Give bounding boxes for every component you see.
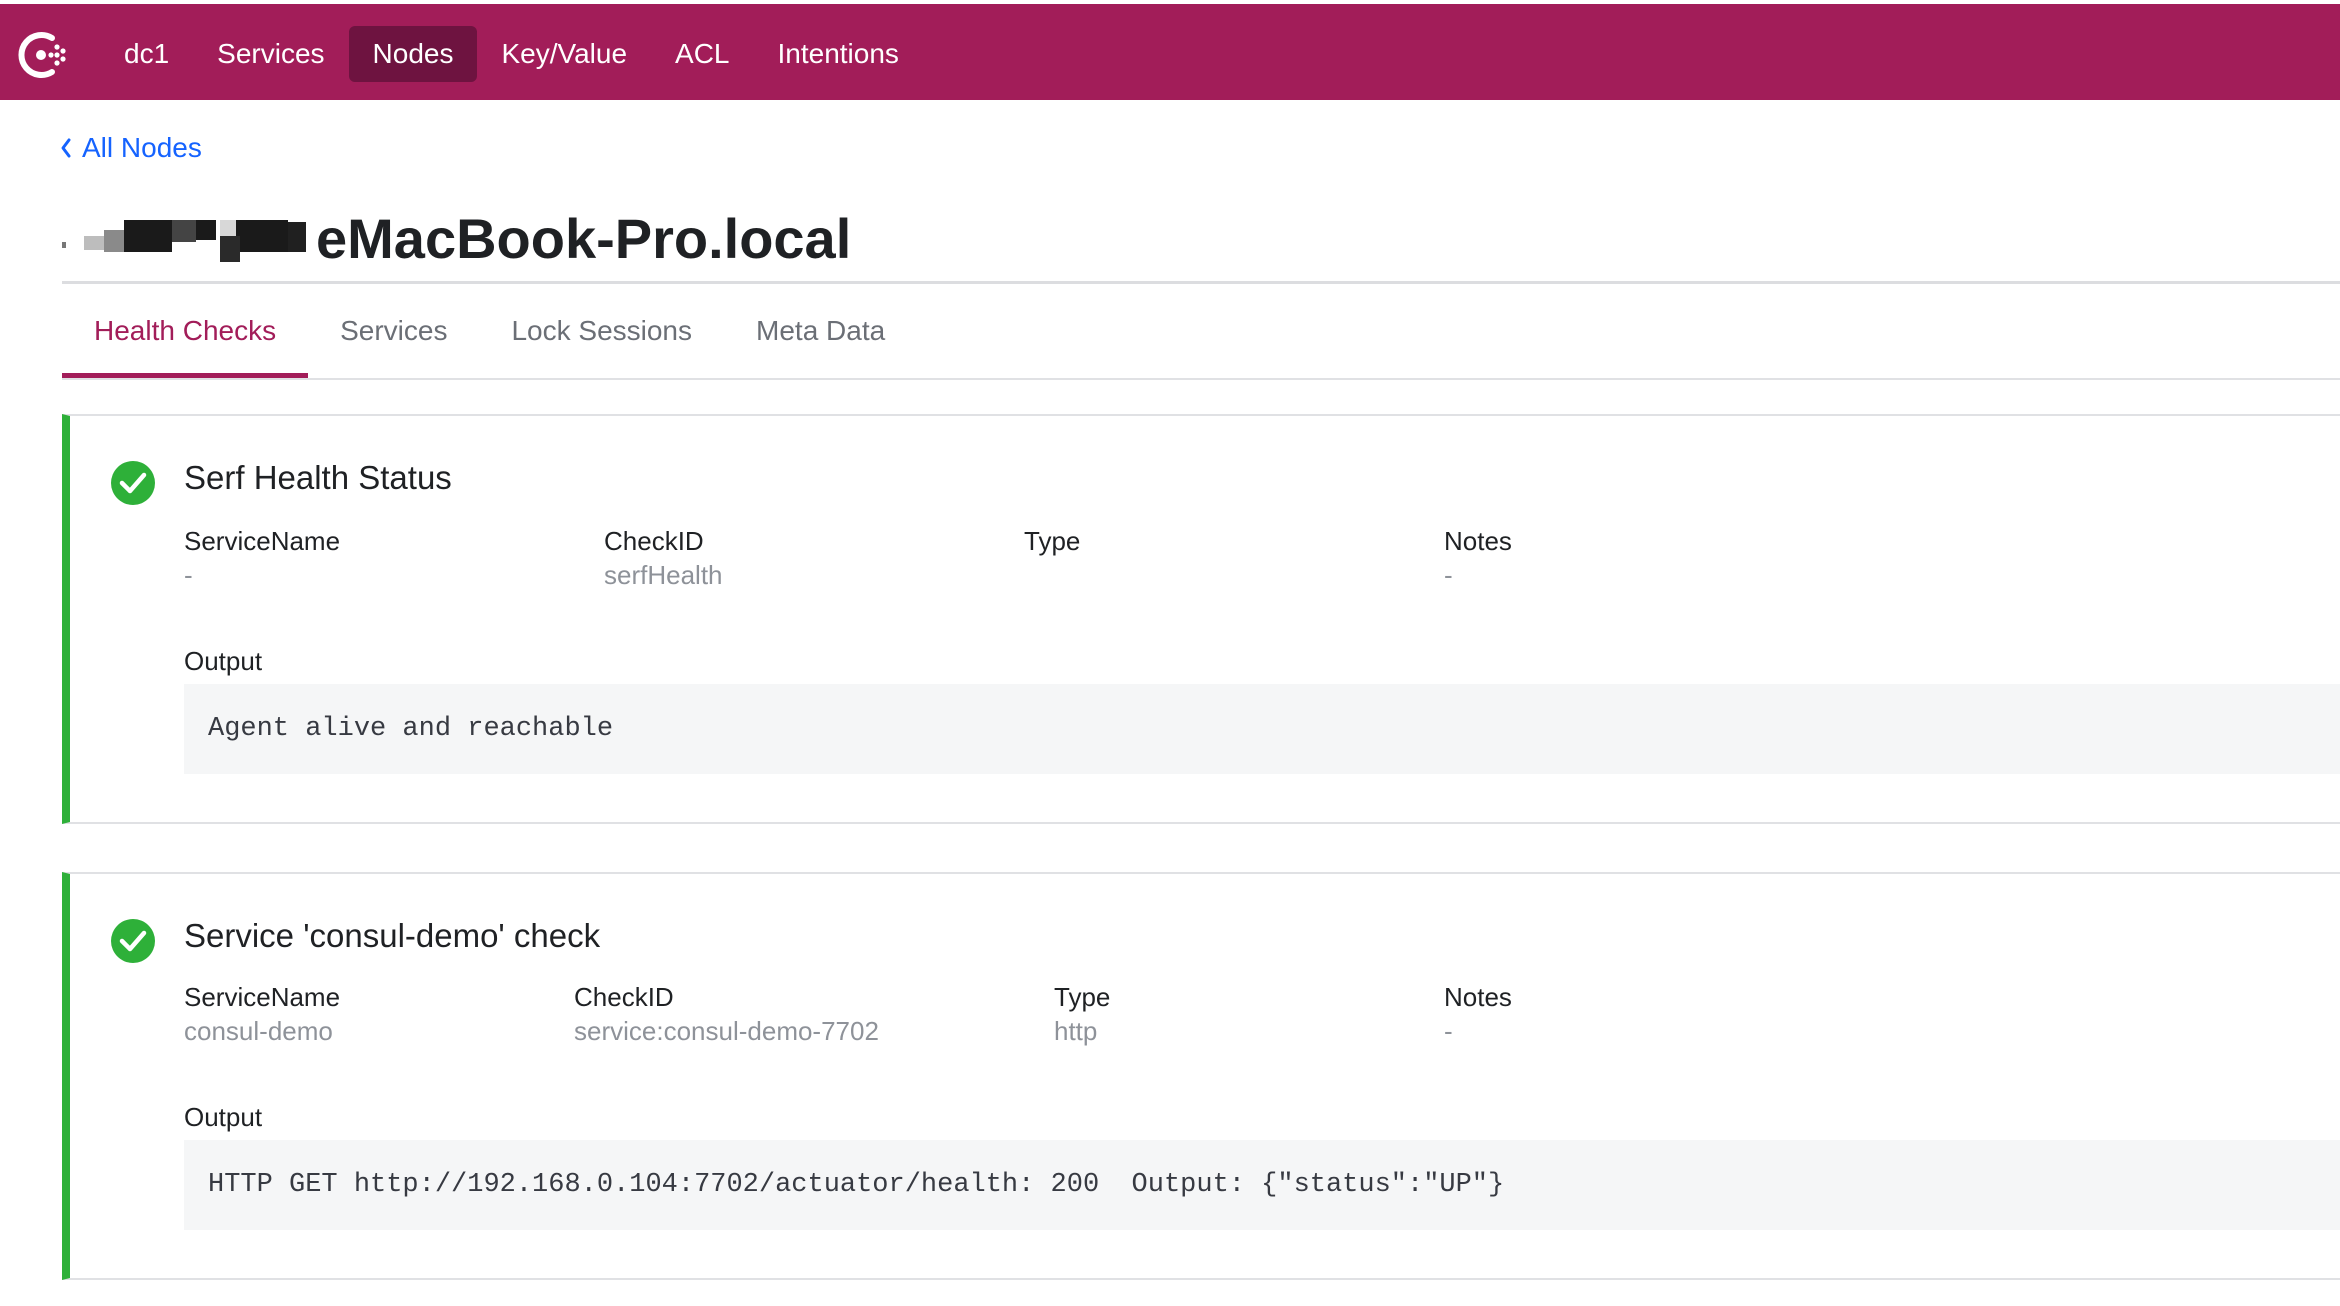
notes-value: - [1444, 1016, 1453, 1046]
breadcrumb-label: All Nodes [82, 132, 202, 163]
redacted-text [62, 196, 312, 280]
output-label: Output [184, 1102, 263, 1132]
tab-services[interactable]: Services [308, 300, 479, 378]
service-name-label: ServiceName [184, 526, 341, 556]
type-label: Type [1024, 526, 1081, 556]
nav-acl[interactable]: ACL [651, 26, 753, 82]
notes-label: Notes [1444, 526, 1512, 556]
chevron-left-icon [61, 138, 71, 158]
page-title-row: eMacBook-Pro.local [62, 196, 851, 280]
breadcrumb-all-nodes[interactable]: All Nodes [60, 128, 202, 168]
tab-lock-sessions[interactable]: Lock Sessions [479, 300, 724, 378]
check-id-label: CheckID [604, 526, 704, 556]
type-label: Type [1054, 982, 1111, 1012]
nav-services[interactable]: Services [193, 26, 348, 82]
page-title: eMacBook-Pro.local [316, 206, 852, 270]
top-nav-bar: dc1 Services Nodes Key/Value ACL Intenti… [0, 4, 2340, 100]
check-circle-icon [111, 919, 155, 963]
check-id-label: CheckID [574, 982, 674, 1012]
check-id-value: service:consul-demo-7702 [574, 1016, 879, 1046]
tab-meta-data[interactable]: Meta Data [724, 300, 917, 378]
health-check-card: Serf Health Status ServiceName - CheckID… [62, 414, 2340, 824]
tab-health-checks[interactable]: Health Checks [62, 300, 309, 378]
nav-intentions[interactable]: Intentions [754, 26, 923, 82]
title-divider [62, 281, 2340, 284]
notes-label: Notes [1444, 982, 1512, 1012]
check-id-value: serfHealth [604, 560, 723, 590]
notes-value: - [1444, 560, 1453, 590]
output-box: Agent alive and reachable [184, 684, 2340, 774]
output-box: HTTP GET http://192.168.0.104:7702/actua… [184, 1140, 2340, 1230]
nav-key-value[interactable]: Key/Value [477, 26, 651, 82]
tabs-divider [62, 378, 2340, 380]
check-name: Serf Health Status [184, 459, 452, 496]
type-value: http [1054, 1016, 1098, 1046]
check-name: Service 'consul-demo' check [184, 917, 601, 954]
main-nav: dc1 Services Nodes Key/Value ACL Intenti… [100, 26, 923, 82]
output-label: Output [184, 646, 263, 676]
nav-datacenter-dc1[interactable]: dc1 [100, 26, 193, 82]
nav-nodes[interactable]: Nodes [348, 26, 478, 82]
check-circle-icon [111, 461, 155, 505]
consul-logo-icon[interactable] [12, 26, 70, 84]
health-check-card: Service 'consul-demo' check ServiceName … [62, 872, 2340, 1280]
service-name-label: ServiceName [184, 982, 341, 1012]
service-name-value: - [184, 560, 193, 590]
service-name-value: consul-demo [184, 1016, 333, 1046]
node-tabs: Health Checks Services Lock Sessions Met… [62, 300, 917, 378]
